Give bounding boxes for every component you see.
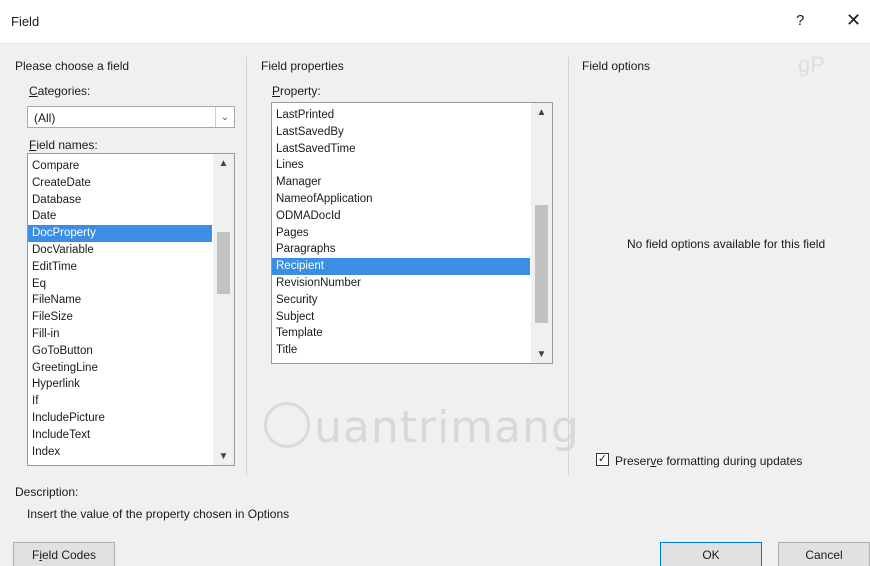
- list-item[interactable]: Index: [28, 444, 212, 461]
- list-item[interactable]: DocVariable: [28, 242, 212, 259]
- description-text: Insert the value of the property chosen …: [27, 507, 290, 521]
- list-item[interactable]: LastSavedTime: [272, 141, 530, 158]
- list-item[interactable]: LastPrinted: [272, 107, 530, 124]
- field-names-label-text: ield names:: [36, 138, 98, 152]
- list-item[interactable]: Manager: [272, 174, 530, 191]
- categories-label-text: ategories:: [37, 84, 91, 98]
- field-codes-pre: F: [31, 548, 40, 562]
- scroll-thumb[interactable]: [217, 232, 230, 294]
- scroll-up-icon[interactable]: ▲: [531, 103, 552, 121]
- list-item[interactable]: Subject: [272, 309, 530, 326]
- categories-value: (All): [34, 111, 56, 125]
- list-item[interactable]: Title: [272, 342, 530, 359]
- divider-left: [246, 57, 247, 475]
- list-item[interactable]: FileName: [28, 292, 212, 309]
- description-label: Description:: [15, 485, 79, 499]
- preserve-formatting-checkbox[interactable]: ✓: [596, 453, 609, 466]
- preserve-label-post: e formatting during updates: [656, 454, 803, 468]
- categories-label: Categories:: [29, 84, 90, 98]
- list-item[interactable]: NameofApplication: [272, 191, 530, 208]
- scroll-down-icon[interactable]: ▼: [531, 345, 552, 363]
- watermark-text: uantrimang: [314, 402, 580, 453]
- list-item[interactable]: GoToButton: [28, 343, 212, 360]
- cancel-button[interactable]: Cancel: [778, 542, 870, 566]
- list-item[interactable]: FileSize: [28, 309, 212, 326]
- no-options-message: No field options available for this fiel…: [627, 237, 826, 251]
- list-item[interactable]: If: [28, 393, 212, 410]
- list-item[interactable]: ODMADocId: [272, 208, 530, 225]
- chevron-down-icon[interactable]: ⌄: [215, 107, 234, 127]
- window-title: Field: [11, 14, 40, 29]
- list-item[interactable]: EditTime: [28, 259, 212, 276]
- field-options-heading: Field options: [582, 59, 651, 73]
- list-item[interactable]: Pages: [272, 225, 530, 242]
- choose-field-heading: Please choose a field: [15, 59, 130, 73]
- list-item[interactable]: DocProperty: [28, 225, 212, 242]
- list-item[interactable]: GreetingLine: [28, 360, 212, 377]
- list-item[interactable]: LastSavedBy: [272, 124, 530, 141]
- property-label-text: roperty:: [280, 84, 321, 98]
- list-item[interactable]: IncludePicture: [28, 410, 212, 427]
- list-item[interactable]: Hyperlink: [28, 376, 212, 393]
- sun-icon: [264, 402, 310, 448]
- categories-accesskey: C: [29, 84, 38, 98]
- help-icon[interactable]: ?: [796, 12, 804, 29]
- list-item[interactable]: Paragraphs: [272, 241, 530, 258]
- ok-button[interactable]: OK: [660, 542, 762, 566]
- field-names-list[interactable]: Compare CreateDate Database Date DocProperty…: [27, 153, 235, 466]
- field-codes-button[interactable]: Fi eld Codes: [13, 542, 115, 566]
- list-item[interactable]: Security: [272, 292, 530, 309]
- field-properties-heading: Field properties: [261, 59, 344, 73]
- list-item[interactable]: Template: [272, 325, 530, 342]
- property-list[interactable]: LastPrinted LastSavedBy LastSavedTime Lines…: [271, 102, 553, 364]
- list-item[interactable]: Database: [28, 192, 212, 209]
- list-item[interactable]: Date: [28, 208, 212, 225]
- property-scrollbar[interactable]: ▲ ▼: [531, 103, 552, 363]
- close-icon[interactable]: ✕: [846, 10, 861, 31]
- field-codes-post: eld Codes: [41, 548, 97, 562]
- field-names-scrollbar[interactable]: ▲ ▼: [213, 154, 234, 465]
- property-accesskey: P: [272, 84, 281, 98]
- list-item[interactable]: Recipient: [272, 258, 530, 275]
- scroll-thumb[interactable]: [535, 205, 548, 323]
- corner-watermark: gP: [798, 52, 825, 77]
- categories-select[interactable]: (All) ⌄: [27, 106, 235, 128]
- list-item[interactable]: Eq: [28, 276, 212, 293]
- list-item[interactable]: Compare: [28, 158, 212, 175]
- preserve-formatting-label[interactable]: Preserve formatting during updates: [615, 454, 802, 468]
- list-item[interactable]: Lines: [272, 157, 530, 174]
- list-item[interactable]: Fill-in: [28, 326, 212, 343]
- field-names-items: Compare CreateDate Database Date DocProperty…: [28, 158, 212, 460]
- scroll-down-icon[interactable]: ▼: [213, 447, 234, 465]
- watermark: uantrimang: [262, 396, 579, 460]
- title-bar: Field ? ✕: [0, 0, 870, 44]
- list-item[interactable]: RevisionNumber: [272, 275, 530, 292]
- check-icon: ✓: [597, 453, 608, 465]
- property-label: Property:: [272, 84, 321, 98]
- list-item[interactable]: CreateDate: [28, 175, 212, 192]
- preserve-label-pre: Preser: [615, 454, 651, 468]
- property-items: LastPrinted LastSavedBy LastSavedTime Lines…: [272, 107, 530, 359]
- scroll-up-icon[interactable]: ▲: [213, 154, 234, 172]
- field-names-label: Field names:: [29, 138, 98, 152]
- list-item[interactable]: IncludeText: [28, 427, 212, 444]
